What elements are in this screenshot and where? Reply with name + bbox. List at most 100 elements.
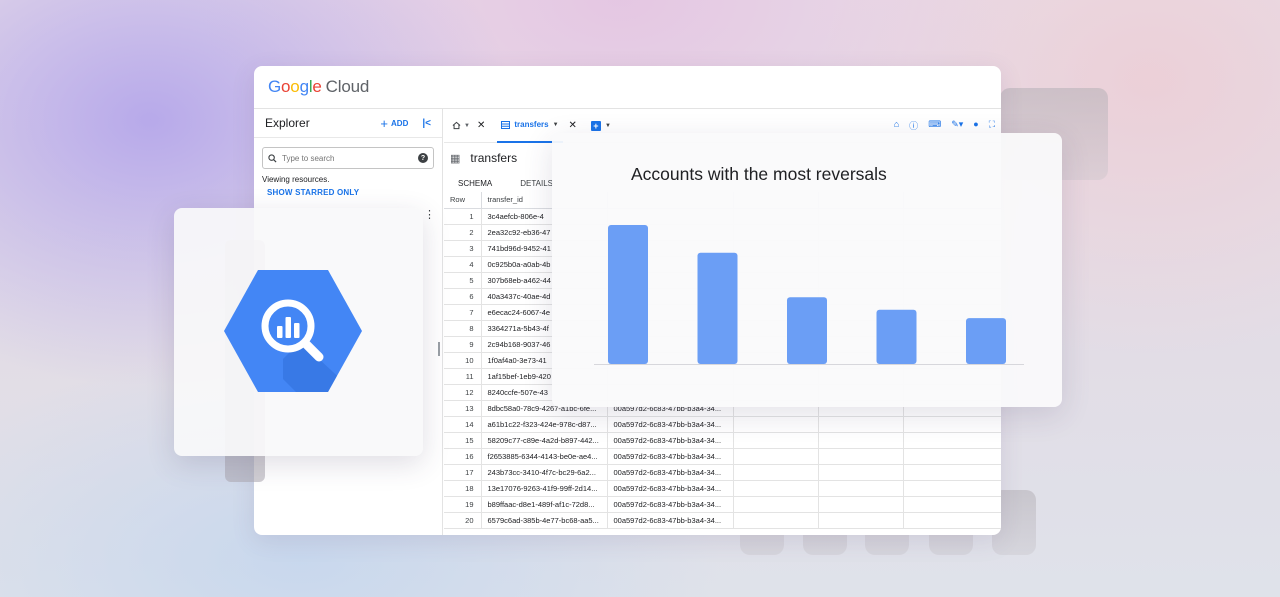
chevron-down-icon[interactable]: ▼ [464,123,470,129]
row-number: 15 [444,432,482,449]
close-tab-icon[interactable]: ✕ [477,120,485,131]
chart-card: Accounts with the most reversals [552,133,1062,407]
bigquery-icon [224,270,362,392]
help-icon[interactable]: ? [418,153,428,163]
cell [903,464,1001,481]
cell [903,512,1001,529]
cell [733,448,819,465]
search-input[interactable] [282,153,413,163]
column-header-row[interactable]: Row [444,192,482,209]
magic-wand-icon[interactable]: ✎▾ [951,119,963,132]
cell-transfer-id: 58209c77-c89e-4a2d-b897-442... [481,432,608,449]
row-number: 13 [444,400,482,417]
home-icon [452,121,461,130]
resize-handle[interactable] [438,342,440,356]
row-number: 16 [444,448,482,465]
search-box: ? [262,147,434,169]
table-row[interactable]: 19 b89ffaac-d8e1-489f-af1c-72d8... 00a597d… [444,496,1001,513]
row-number: 4 [444,256,482,273]
logo-cloud-text: Cloud [325,77,370,96]
chart-bar-2[interactable] [697,252,738,364]
row-number: 20 [444,512,482,529]
lightbulb-icon[interactable]: ● [973,119,978,132]
add-button[interactable]: + ADD [380,116,408,131]
cell [818,512,904,529]
google-cloud-logo[interactable]: Google Cloud [268,77,369,97]
row-number: 1 [444,208,482,225]
tab-home[interactable]: ▼ ✕ [452,120,485,131]
console-header: Google Cloud [254,66,1001,109]
home-icon[interactable]: ⌂ [894,119,899,132]
row-number: 2 [444,224,482,241]
explorer-title: Explorer [265,116,310,130]
cell [818,464,904,481]
table-row[interactable]: 14 a61b1c22-f323-424e-978c-d87... 00a597d2… [444,416,1001,433]
chart-bar-5[interactable] [966,318,1006,364]
cell [903,416,1001,433]
cell [818,448,904,465]
logo-letter: o [290,77,300,96]
chevron-down-icon[interactable]: ▼ [553,122,559,128]
row-number: 3 [444,240,482,257]
chart-bar-1[interactable] [608,225,648,364]
row-number: 12 [444,384,482,401]
cell [818,496,904,513]
cell-account: 00a597d2-6c83-47bb-b3a4-34... [607,416,734,433]
row-number: 6 [444,288,482,305]
row-number: 8 [444,320,482,337]
table-row[interactable]: 18 13e17076-9263-41f9-99ff-2d14... 00a597d… [444,480,1001,497]
fullscreen-icon[interactable]: ⛶ [989,119,995,132]
table-row[interactable]: 17 243b73cc-3410-4f7c-bc29-6a2... 00a597d2… [444,464,1001,481]
add-query-icon: + [590,120,601,131]
cell [818,416,904,433]
cell-account: 00a597d2-6c83-47bb-b3a4-34... [607,432,734,449]
cell-transfer-id: 243b73cc-3410-4f7c-bc29-6a2... [481,464,608,481]
new-query-button[interactable]: + ▼ [590,120,611,131]
keyboard-icon[interactable]: ⌨ [928,119,941,132]
table-row[interactable]: 15 58209c77-c89e-4a2d-b897-442... 00a597d2… [444,432,1001,449]
cell [818,480,904,497]
table-icon: ▦ [450,152,461,165]
cell [733,496,819,513]
cell-account: 00a597d2-6c83-47bb-b3a4-34... [607,512,734,529]
collapse-panel-icon[interactable]: |< [422,118,431,129]
chart-bar-4[interactable] [876,309,917,364]
row-number: 14 [444,416,482,433]
cell-transfer-id: f2653885-6344-4143-be0e-ae4... [481,448,608,465]
cell-transfer-id: a61b1c22-f323-424e-978c-d87... [481,416,608,433]
row-number: 7 [444,304,482,321]
info-icon[interactable]: ⓘ [909,119,918,132]
logo-letter: g [299,77,309,96]
cell-account: 00a597d2-6c83-47bb-b3a4-34... [607,464,734,481]
search-icon [268,153,277,163]
cell [733,432,819,449]
table-row[interactable]: 20 6579c6ad-385b-4e77-bc68-aa5... 00a597d2… [444,512,1001,529]
close-tab-icon[interactable]: ✕ [569,120,577,131]
cell [903,448,1001,465]
chevron-down-icon[interactable]: ▼ [605,123,611,129]
logo-letter: e [312,77,322,96]
explorer-header: Explorer + ADD |< [254,109,442,138]
cell [903,480,1001,497]
cell [733,480,819,497]
row-number: 18 [444,480,482,497]
cell [903,432,1001,449]
table-row[interactable]: 16 f2653885-6344-4143-be0e-ae4... 00a597d2… [444,448,1001,465]
more-options-icon[interactable]: ⋮ [424,208,435,221]
cell [818,432,904,449]
bar-chart [594,225,1024,365]
table-name: transfers [470,151,518,165]
cell [733,464,819,481]
tab-toolbar: ⌂ ⓘ ⌨ ✎▾ ● ⛶ [894,119,995,132]
cell [733,512,819,529]
logo-letter: o [281,77,291,96]
show-starred-link[interactable]: SHOW STARRED ONLY [267,188,442,197]
plus-icon: + [380,115,389,131]
bigquery-logo-card: ⋮ [174,208,435,456]
chart-bar-3[interactable] [787,297,827,364]
row-number: 17 [444,464,482,481]
cell-transfer-id: 6579c6ad-385b-4e77-bc68-aa5... [481,512,608,529]
cell-account: 00a597d2-6c83-47bb-b3a4-34... [607,496,734,513]
table-icon [501,120,511,129]
logo-google-text: Google [268,77,322,96]
